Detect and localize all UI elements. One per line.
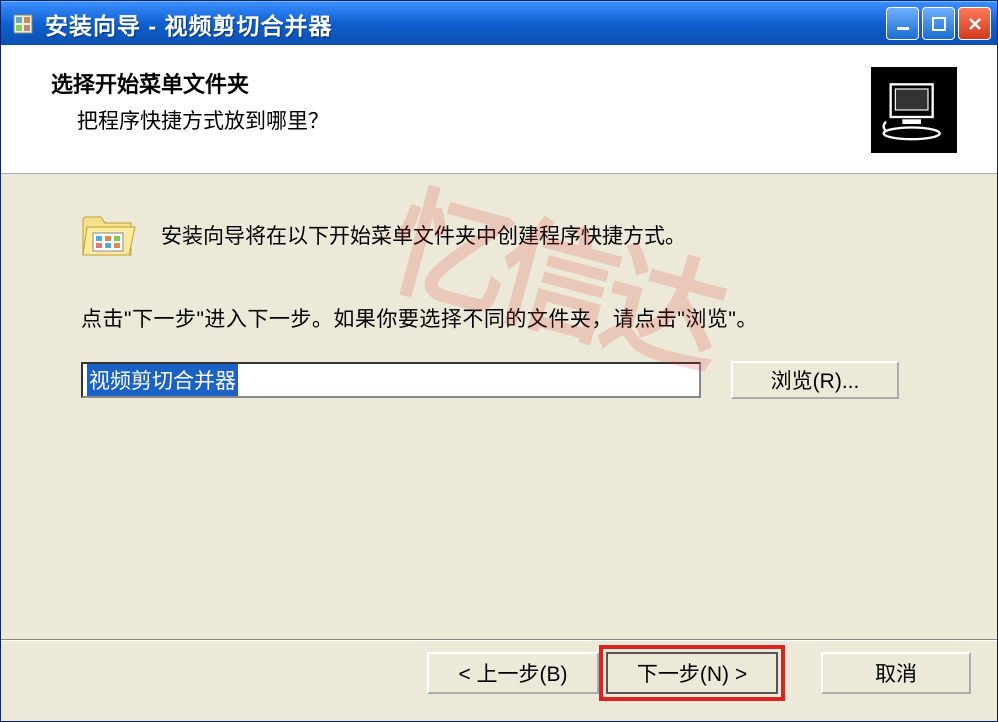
watermark: 忆信达 xyxy=(374,144,738,397)
instruction-text-1: 安装向导将在以下开始菜单文件夹中创建程序快捷方式。 xyxy=(161,220,686,250)
cancel-button[interactable]: 取消 xyxy=(821,652,971,694)
window-title: 安装向导 - 视频剪切合并器 xyxy=(45,7,886,41)
minimize-icon xyxy=(896,17,910,31)
maximize-icon xyxy=(932,17,946,31)
next-button-highlight: 下一步(N) > xyxy=(599,645,785,701)
app-icon xyxy=(11,12,35,36)
folder-path-input[interactable]: 视频剪切合并器 xyxy=(81,362,701,398)
folder-path-value: 视频剪切合并器 xyxy=(87,364,238,396)
divider xyxy=(1,639,997,641)
button-bar: < 上一步(B) 下一步(N) > 取消 xyxy=(427,645,971,701)
maximize-button[interactable] xyxy=(922,7,955,40)
header-area: 选择开始菜单文件夹 把程序快捷方式放到哪里？ xyxy=(1,45,997,174)
installer-window: 安装向导 - 视频剪切合并器 选择开始菜单文件夹 把程序快捷方式放到哪里？ xyxy=(0,0,998,722)
back-button[interactable]: < 上一步(B) xyxy=(427,652,599,694)
folder-icon xyxy=(81,209,137,261)
window-controls xyxy=(886,7,991,40)
page-subtitle: 把程序快捷方式放到哪里？ xyxy=(77,105,871,135)
minimize-button[interactable] xyxy=(886,7,919,40)
titlebar: 安装向导 - 视频剪切合并器 xyxy=(1,1,997,45)
instruction-text-2: 点击"下一步"进入下一步。如果你要选择不同的文件夹，请点击"浏览"。 xyxy=(81,303,927,333)
browse-button[interactable]: 浏览(R)... xyxy=(731,361,899,399)
close-icon xyxy=(968,17,982,31)
close-button[interactable] xyxy=(958,7,991,40)
page-title: 选择开始菜单文件夹 xyxy=(51,67,871,99)
setup-icon xyxy=(871,67,957,153)
next-button[interactable]: 下一步(N) > xyxy=(606,652,778,694)
content-area: 忆信达 安装向导将在以下开始菜单文件夹中创建程序快捷方式。 点击"下一步"进入下… xyxy=(1,174,997,644)
